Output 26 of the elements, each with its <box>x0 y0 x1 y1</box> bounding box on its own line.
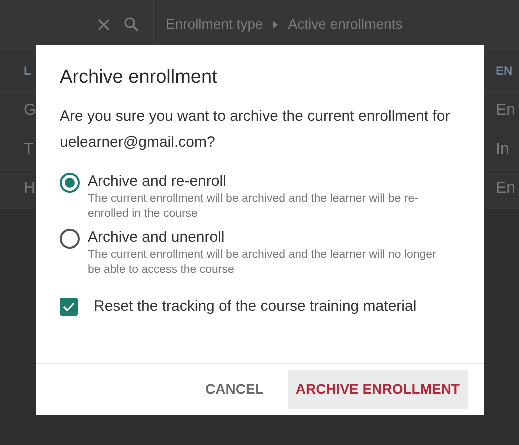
archive-button[interactable]: ARCHIVE ENROLLMENT <box>288 370 468 409</box>
table-cell-text: En <box>496 179 517 199</box>
breadcrumb-item[interactable]: Enrollment type <box>166 14 264 35</box>
table-cell-text: En <box>496 101 517 121</box>
check-icon <box>63 302 75 312</box>
option-label: Archive and unenroll <box>88 228 226 248</box>
table-cell-text: In <box>496 140 510 160</box>
table-cell-text: H <box>24 179 36 199</box>
dialog-message: Are you sure you want to archive the current enrollment for uelearner@gmail.com? <box>60 106 452 153</box>
chevron-icon <box>273 20 278 28</box>
breadcrumb-item[interactable]: Active enrollments <box>288 14 403 35</box>
checkbox-label: Reset the tracking of the course training material <box>94 296 417 317</box>
option-description: The current enrollment will be archived and the learner will be re-enrolled in the course <box>88 192 420 222</box>
table-cell-text: T <box>24 140 35 160</box>
column-header[interactable]: L <box>24 62 36 80</box>
dialog-title: Archive enrollment <box>60 67 218 90</box>
option-description: The current enrollment will be archived and the learner will no longer be able to access the course <box>88 248 438 278</box>
close-icon[interactable] <box>98 18 110 30</box>
search-icon[interactable] <box>124 17 139 32</box>
column-header[interactable]: EN <box>496 62 519 80</box>
radio-button[interactable] <box>60 228 80 249</box>
cancel-button[interactable]: CANCEL <box>198 370 272 409</box>
option-label: Archive and re-enroll <box>88 172 228 192</box>
table-cell-text: G <box>24 101 36 121</box>
checkbox[interactable] <box>60 298 78 316</box>
radio-button[interactable] <box>60 172 80 193</box>
